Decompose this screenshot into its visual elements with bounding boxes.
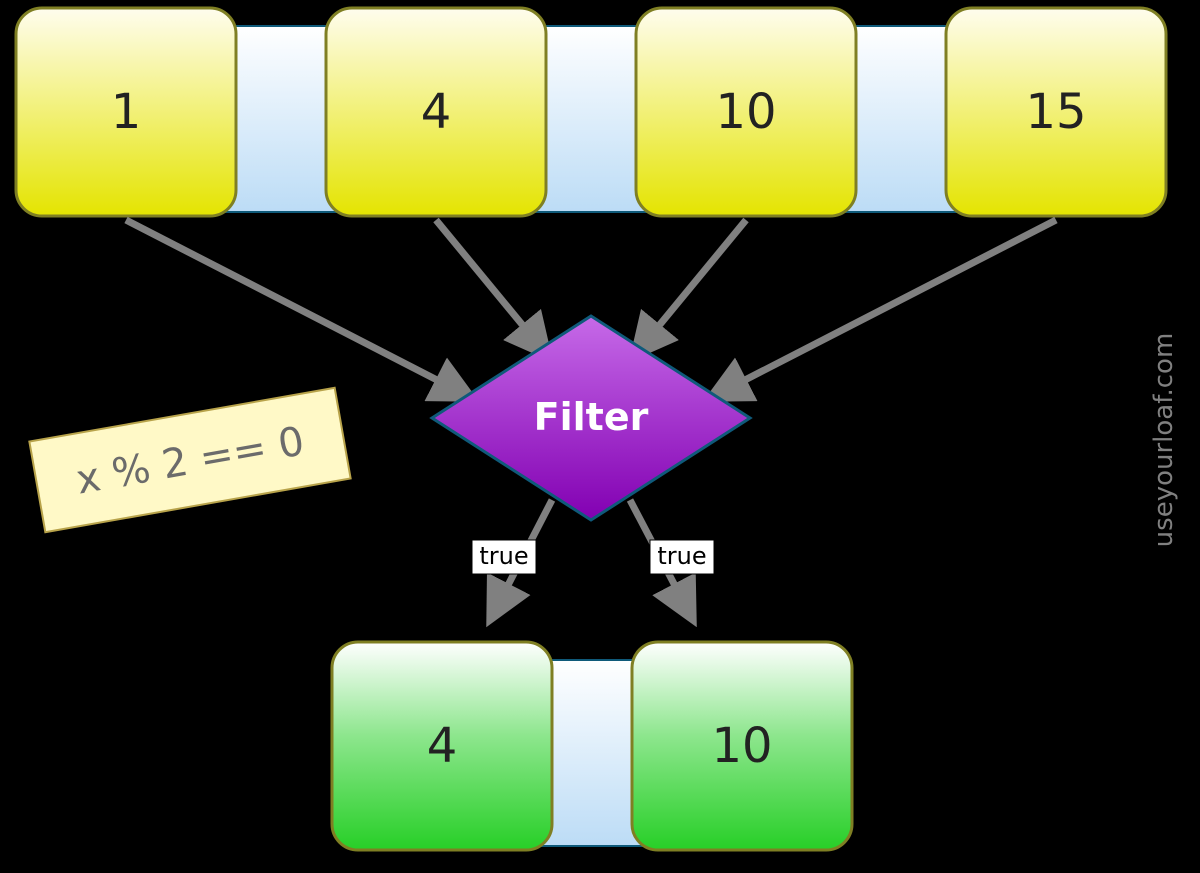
input-cell: 15	[946, 8, 1166, 216]
output-cell-value: 4	[427, 718, 458, 774]
filter-node-label: Filter	[534, 395, 649, 439]
output-cell: 10	[632, 642, 852, 850]
arrow-in	[126, 220, 472, 398]
edge-label: true	[650, 540, 714, 574]
input-cell: 10	[636, 8, 856, 216]
input-cell-value: 1	[111, 84, 142, 140]
edge-label-text: true	[479, 542, 528, 570]
filter-diagram: 1 4 10 15 Filter x % 2 == 0 true true	[0, 0, 1200, 873]
input-cell-value: 10	[715, 84, 776, 140]
input-cell: 1	[16, 8, 236, 216]
arrow-in	[436, 220, 548, 356]
image-credit: useyourloaf.com	[1149, 333, 1179, 548]
input-cell-value: 4	[421, 84, 452, 140]
edge-label: true	[472, 540, 536, 574]
filter-node: Filter	[432, 316, 750, 520]
output-cell: 4	[332, 642, 552, 850]
input-cell-value: 15	[1025, 84, 1086, 140]
edge-label-text: true	[657, 542, 706, 570]
arrow-in	[634, 220, 746, 356]
input-cell: 4	[326, 8, 546, 216]
predicate-note: x % 2 == 0	[29, 388, 350, 532]
output-cell-value: 10	[711, 718, 772, 774]
arrow-in	[710, 220, 1056, 398]
